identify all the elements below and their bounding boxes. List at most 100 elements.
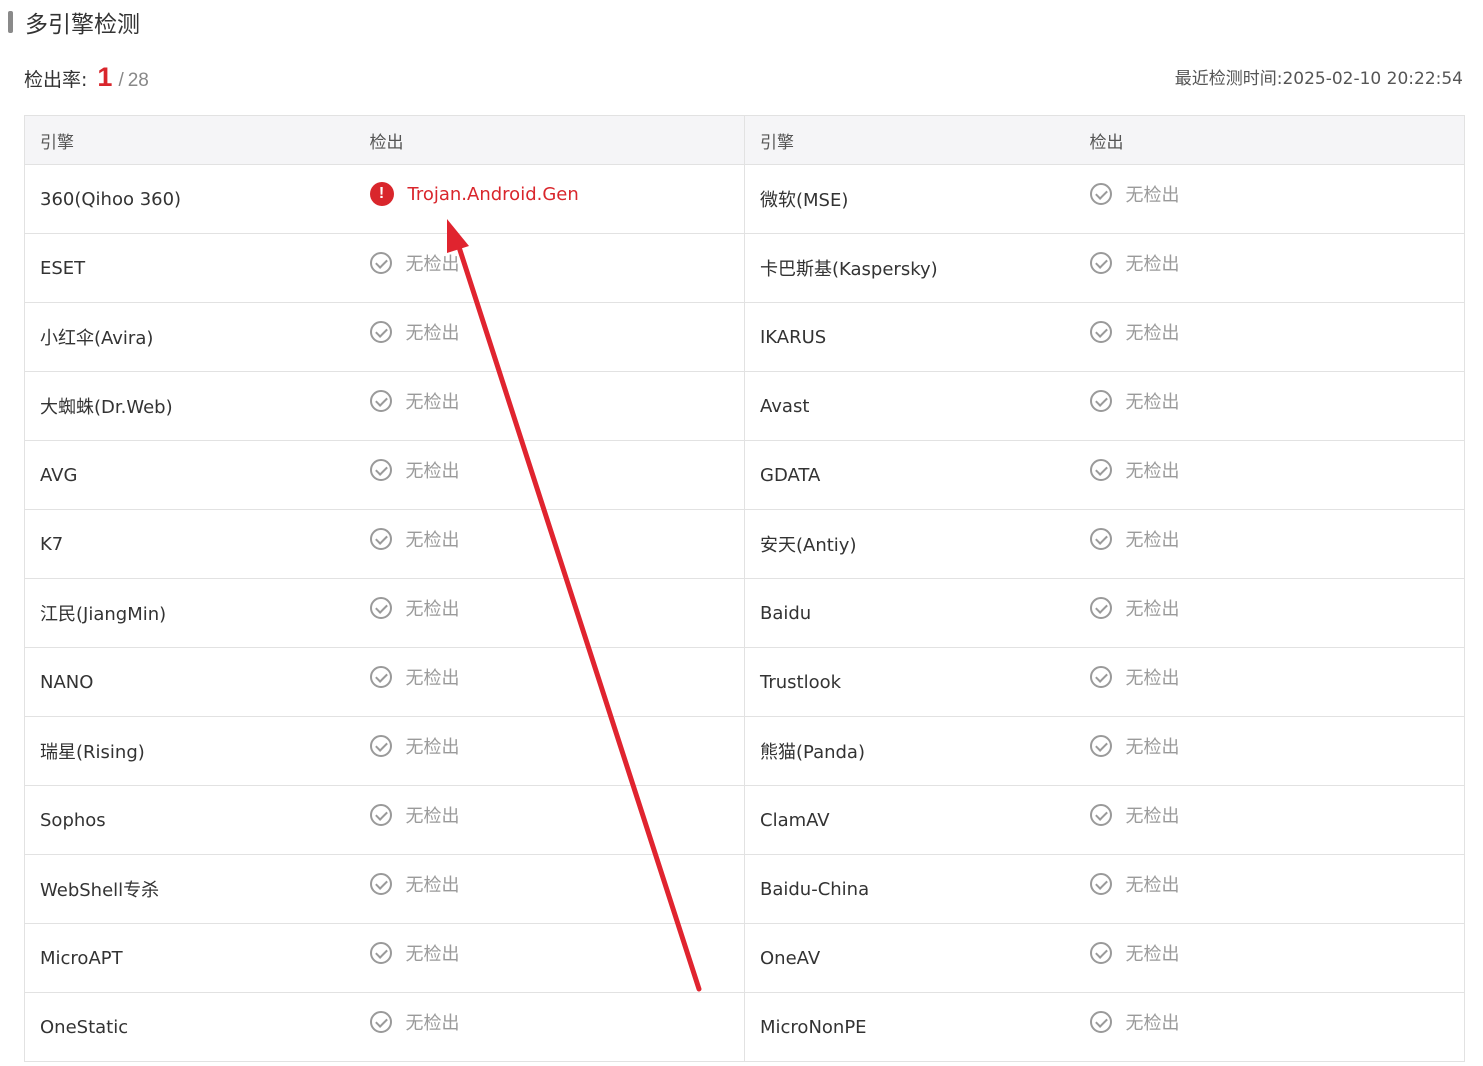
result-cell-right: 无检出	[1074, 578, 1465, 648]
engine-name-left: K7	[24, 509, 355, 579]
detection-result: 无检出	[1089, 802, 1465, 828]
clean-status-text: 无检出	[405, 254, 460, 275]
clean-status-text: 无检出	[405, 668, 460, 689]
result-cell-left: 无检出	[354, 923, 745, 993]
detection-result: 无检出	[1089, 319, 1465, 345]
engine-name-left: 小红伞(Avira)	[24, 302, 355, 372]
result-cell-left: ! Trojan.Android.Gen	[354, 164, 745, 234]
header-engine-right: 引擎	[744, 115, 1075, 165]
result-cell-right: 无检出	[1074, 923, 1465, 993]
detection-result: 无检出	[369, 1009, 745, 1035]
table-row: AVG 无检出 GDATA 无检出	[24, 440, 1465, 510]
result-cell-left: 无检出	[354, 647, 745, 717]
engine-name-left: ESET	[24, 233, 355, 303]
engine-name-right: OneAV	[744, 923, 1075, 993]
clean-status-text: 无检出	[405, 944, 460, 965]
detection-result: 无检出	[369, 664, 745, 690]
result-cell-right: 无检出	[1074, 992, 1465, 1062]
clean-status-text: 无检出	[1125, 875, 1180, 896]
detection-result: 无检出	[369, 250, 745, 276]
header-result-right: 检出	[1074, 115, 1465, 165]
engine-name-right: 熊猫(Panda)	[744, 716, 1075, 786]
engine-name-left: NANO	[24, 647, 355, 717]
engine-name-left: 360(Qihoo 360)	[24, 164, 355, 234]
engine-name-right: MicroNonPE	[744, 992, 1075, 1062]
detection-result: 无检出	[369, 526, 745, 552]
result-cell-right: 无检出	[1074, 854, 1465, 924]
check-circle-icon	[1089, 528, 1112, 550]
clean-status-text: 无检出	[405, 1013, 460, 1034]
engine-name-left: 江民(JiangMin)	[24, 578, 355, 648]
table-row: K7 无检出 安天(Antiy) 无检出	[24, 509, 1465, 579]
result-cell-left: 无检出	[354, 302, 745, 372]
clean-status-text: 无检出	[1125, 185, 1180, 206]
check-circle-icon	[369, 252, 392, 274]
detection-result: 无检出	[369, 319, 745, 345]
result-cell-left: 无检出	[354, 716, 745, 786]
engine-name-right: Baidu	[744, 578, 1075, 648]
check-circle-icon	[369, 1011, 392, 1033]
clean-status-text: 无检出	[1125, 1013, 1180, 1034]
detection-result: 无检出	[1089, 457, 1465, 483]
check-circle-icon	[1089, 321, 1112, 343]
clean-status-text: 无检出	[1125, 944, 1180, 965]
detection-rate: 检出率: 1 / 28	[24, 62, 149, 96]
check-circle-icon	[1089, 183, 1112, 205]
engine-name-right: GDATA	[744, 440, 1075, 510]
result-cell-right: 无检出	[1074, 647, 1465, 717]
threat-name: Trojan.Android.Gen	[407, 183, 579, 205]
result-cell-left: 无检出	[354, 440, 745, 510]
engine-name-left: WebShell专杀	[24, 854, 355, 924]
clean-status-text: 无检出	[405, 599, 460, 620]
check-circle-icon	[369, 597, 392, 619]
check-circle-icon	[369, 528, 392, 550]
detection-result: 无检出	[1089, 940, 1465, 966]
result-cell-right: 无检出	[1074, 302, 1465, 372]
engine-name-right: Baidu-China	[744, 854, 1075, 924]
last-scan-time: 最近检测时间:2025-02-10 20:22:54	[1175, 64, 1463, 89]
scan-time-label: 最近检测时间:	[1174, 69, 1283, 89]
clean-status-text: 无检出	[405, 530, 460, 551]
detection-result: 无检出	[369, 457, 745, 483]
clean-status-text: 无检出	[1125, 254, 1180, 275]
engine-results-table: 引擎 检出 引擎 检出 360(Qihoo 360)! Trojan.Androi…	[24, 115, 1465, 1062]
detection-result: 无检出	[369, 388, 745, 414]
engine-name-right: Avast	[744, 371, 1075, 441]
clean-status-text: 无检出	[1125, 668, 1180, 689]
clean-status-text: 无检出	[405, 323, 460, 344]
rate-separator: /	[118, 70, 124, 91]
table-row: Sophos 无检出 ClamAV 无检出	[24, 785, 1465, 855]
check-circle-icon	[1089, 597, 1112, 619]
engine-name-left: 大蜘蛛(Dr.Web)	[24, 371, 355, 441]
title-accent-bar	[8, 11, 13, 33]
detection-result: 无检出	[369, 940, 745, 966]
table-row: WebShell专杀 无检出 Baidu-China 无检出	[24, 854, 1465, 924]
check-circle-icon	[1089, 666, 1112, 688]
table-row: OneStatic 无检出 MicroNonPE 无检出	[24, 992, 1465, 1062]
detection-result: 无检出	[1089, 1009, 1465, 1035]
detection-result: 无检出	[369, 802, 745, 828]
check-circle-icon	[1089, 459, 1112, 481]
detection-result: 无检出	[1089, 664, 1465, 690]
engine-name-left: AVG	[24, 440, 355, 510]
alert-circle-icon: !	[369, 182, 394, 206]
detection-result: 无检出	[369, 871, 745, 897]
detection-result: 无检出	[1089, 733, 1465, 759]
engine-name-left: Sophos	[24, 785, 355, 855]
check-circle-icon	[1089, 735, 1112, 757]
result-cell-left: 无检出	[354, 785, 745, 855]
result-cell-left: 无检出	[354, 371, 745, 441]
engine-name-left: MicroAPT	[24, 923, 355, 993]
check-circle-icon	[1089, 252, 1112, 274]
result-cell-left: 无检出	[354, 992, 745, 1062]
result-cell-right: 无检出	[1074, 716, 1465, 786]
table-body: 360(Qihoo 360)! Trojan.Android.Gen 微软(MSE)…	[24, 164, 1465, 1062]
detection-result: 无检出	[1089, 388, 1465, 414]
clean-status-text: 无检出	[405, 392, 460, 413]
check-circle-icon	[1089, 942, 1112, 964]
detection-result: 无检出	[1089, 250, 1465, 276]
result-cell-left: 无检出	[354, 233, 745, 303]
table-row: 瑞星(Rising) 无检出 熊猫(Panda) 无检出	[24, 716, 1465, 786]
table-row: 大蜘蛛(Dr.Web) 无检出 Avast 无检出	[24, 371, 1465, 441]
table-header-row: 引擎 检出 引擎 检出	[24, 115, 1465, 165]
